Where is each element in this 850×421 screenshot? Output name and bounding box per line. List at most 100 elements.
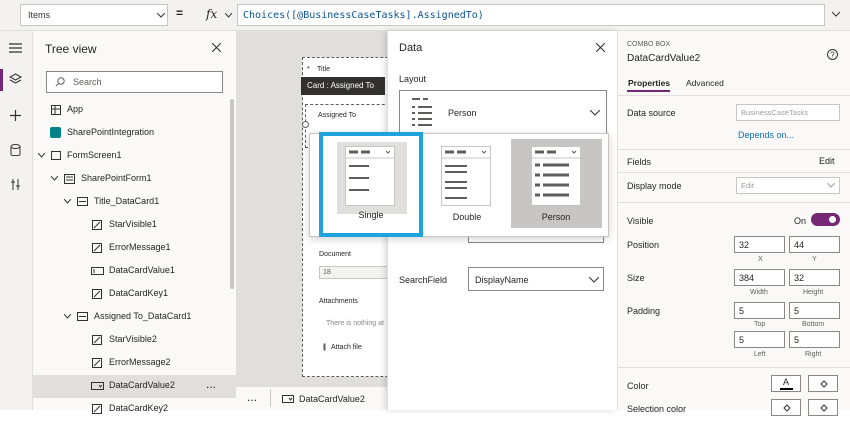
chevron-down-icon [38,153,45,158]
attachments-label: Attachments [319,298,358,305]
padding-bottom-value: 5 [794,306,800,316]
data-panel-title: Data [399,42,423,54]
chevron-down-icon [51,176,58,181]
database-icon[interactable] [10,144,21,157]
tree-item-datacardvalue1[interactable]: DataCardValue1 [33,260,236,283]
label-edit-icon [92,220,102,230]
layout-option-double[interactable]: Double [427,136,507,233]
document-label: Document [319,251,351,258]
fx-label: fx [206,7,218,21]
close-icon[interactable] [212,43,221,52]
paint-bucket-icon [820,380,828,388]
data-source-dropdown[interactable]: BusinessCaseTasks [736,104,840,121]
search-field-dropdown[interactable]: DisplayName [468,267,604,291]
fx-button[interactable]: fx [201,4,237,26]
display-mode-dropdown[interactable]: Edit [736,177,840,194]
height-input[interactable]: 32 [789,269,840,286]
size-label: Size [627,273,645,283]
color-swatch [780,388,793,390]
visible-toggle[interactable] [811,213,840,226]
position-y-value: 44 [794,240,805,250]
fields-label: Fields [627,157,652,167]
tree-item-sharepointintegration[interactable]: SharePointIntegration [33,122,236,145]
tree-item-assigned-to-datacard1[interactable]: Assigned To_DataCard1 [33,306,236,329]
tree-item-label: Title_DataCard1 [94,196,160,206]
help-icon[interactable]: ? [827,49,838,60]
padding-right-input[interactable]: 5 [789,331,840,348]
hamburger-menu-icon[interactable] [9,43,22,53]
width-input[interactable]: 384 [734,269,785,286]
fields-edit-link[interactable]: Edit [819,156,835,166]
layout-dropdown[interactable]: Person [399,90,607,134]
fill-color-picker[interactable] [808,375,838,392]
card-icon [77,197,88,206]
right-caption: Right [805,351,822,358]
property-dropdown[interactable]: Items [20,4,168,26]
selection-color-picker[interactable] [771,399,801,416]
y-caption: Y [812,256,817,263]
formula-text: Choices([@BusinessCaseTasks].AssignedTo) [243,10,484,21]
tree-view-title: Tree view [45,42,97,56]
resize-handle[interactable] [302,121,309,128]
sharepoint-icon [50,127,61,138]
position-y-input[interactable]: 44 [789,236,840,253]
tab-advanced[interactable]: Advanced [686,78,724,88]
layers-icon[interactable] [9,73,22,86]
expand-formula-icon[interactable] [832,12,840,18]
tab-underline [627,90,670,92]
control-name: DataCardValue2 [627,53,701,64]
layout-option-person[interactable]: Person [511,139,602,228]
tree-item-sharepointform1[interactable]: SharePointForm1 [33,168,236,191]
tree-item-title-datacard1[interactable]: Title_DataCard1 [33,191,236,214]
tree-item-datacardvalue2[interactable]: DataCardValue2 ... [33,375,236,398]
label-edit-icon [92,289,102,299]
selected-control-name[interactable]: DataCardValue2 [299,394,365,404]
tree-view-panel: Tree view Search App SharePointIntegrati… [33,31,236,414]
tree-item-label: ErrorMessage2 [109,357,171,367]
tree-item-errormessage1[interactable]: ErrorMessage1 [33,237,236,260]
tree-item-starvisible2[interactable]: StarVisible2 [33,329,236,352]
search-field-label: SearchField [399,275,448,285]
divider [618,367,850,368]
padding-top-input[interactable]: 5 [734,302,785,319]
divider [618,202,850,203]
text-color-picker[interactable]: A [771,375,801,392]
paint-bucket-icon [820,404,828,412]
formula-input[interactable]: Choices([@BusinessCaseTasks].AssignedTo) [237,4,825,26]
more-options-icon[interactable]: ... [206,377,216,391]
form-icon [64,174,75,184]
chevron-down-icon [589,277,599,283]
tree-item-formscreen1[interactable]: FormScreen1 [33,145,236,168]
close-icon[interactable] [596,43,605,52]
attach-file-link[interactable]: Attach file [331,344,362,351]
tree-item-datacardkey1[interactable]: DataCardKey1 [33,283,236,306]
tree-item-errormessage2[interactable]: ErrorMessage2 [33,352,236,375]
canvas-status-bar: ... DataCardValue2 [236,386,387,410]
selection-fill-picker[interactable] [808,399,838,416]
search-placeholder: Search [73,77,102,87]
tab-properties[interactable]: Properties [628,78,670,88]
display-mode-label: Display mode [627,181,682,191]
tree-search-input[interactable]: Search [46,71,223,93]
height-caption: Height [803,289,824,296]
tree-item-app[interactable]: App [33,99,236,122]
color-label: Color [627,381,649,391]
tools-icon[interactable] [10,178,21,191]
svg-text:?: ? [830,51,835,60]
required-star: * [307,66,310,73]
person-layout-icon [410,96,436,128]
breadcrumb-more-button[interactable]: ... [247,390,257,404]
tree-item-label: SharePointForm1 [81,173,152,183]
left-rail [0,31,33,410]
document-field[interactable]: 18 [319,266,387,279]
tree-item-starvisible1[interactable]: StarVisible1 [33,214,236,237]
plus-icon[interactable] [9,109,22,122]
label-edit-icon [92,243,102,253]
depends-on-link[interactable]: Depends on... [738,130,794,140]
padding-left-input[interactable]: 5 [734,331,785,348]
position-x-input[interactable]: 32 [734,236,785,253]
formula-bar: Items = fx Choices([@BusinessCaseTasks].… [0,0,850,31]
layout-option-single[interactable]: Single [319,132,423,237]
padding-bottom-input[interactable]: 5 [789,302,840,319]
text-color-letter: A [783,377,790,387]
